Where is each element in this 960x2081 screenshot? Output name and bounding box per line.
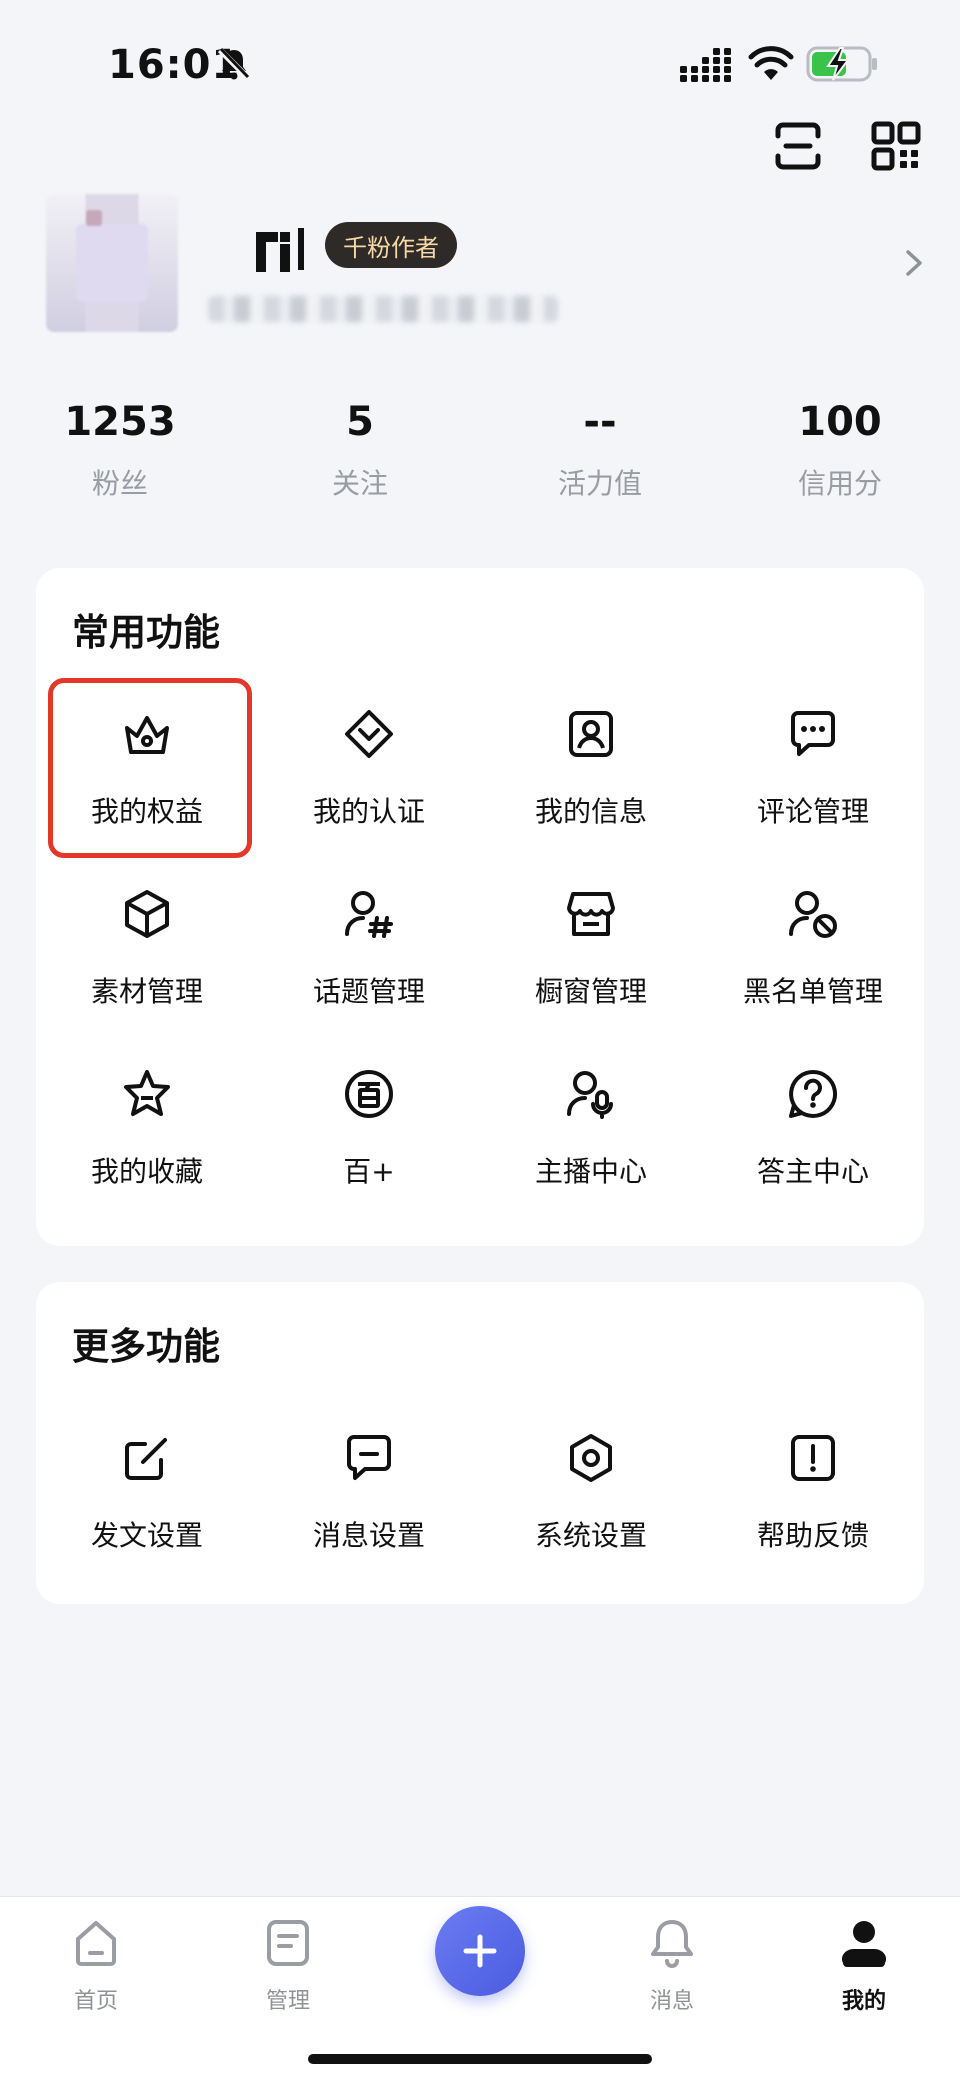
wifi-icon: [748, 46, 794, 80]
stat-label: 信用分: [797, 467, 882, 500]
grid-item-topic-management[interactable]: 话题管理: [258, 858, 480, 1028]
grid-item-blacklist-management[interactable]: 黑名单管理: [702, 858, 924, 1028]
stat-vitality[interactable]: -- 活力值: [510, 396, 690, 502]
stat-value: 100: [798, 399, 882, 445]
grid-item-label: 我的认证: [312, 795, 425, 828]
create-post-button[interactable]: [435, 1906, 525, 1996]
nav-item-mine[interactable]: 我的: [804, 1917, 924, 2015]
battery-charging-icon: [806, 46, 877, 82]
message-icon: [347, 1435, 391, 1480]
plus-icon: [463, 1934, 497, 1968]
grid-item-my-verification[interactable]: 我的认证: [258, 678, 480, 848]
verify-icon: [345, 710, 393, 758]
question-icon: [789, 1069, 838, 1118]
avatar[interactable]: [46, 194, 178, 332]
user-icon: [841, 1921, 887, 1967]
topic-icon: [345, 891, 393, 938]
stat-following[interactable]: 5 关注: [270, 396, 450, 502]
grid-item-label: 话题管理: [312, 975, 425, 1008]
username: [252, 226, 310, 274]
card-title: 常用功能: [72, 611, 220, 654]
grid-item-label: 系统设置: [534, 1519, 647, 1552]
profile-subtitle-blurred: [208, 296, 558, 322]
grid-item-label: 橱窗管理: [534, 975, 647, 1008]
grid-item-help-feedback[interactable]: 帮助反馈: [702, 1402, 924, 1572]
nav-item-manage[interactable]: 管理: [228, 1917, 348, 2015]
nav-item-messages[interactable]: 消息: [612, 1917, 732, 2015]
grid-item-post-settings[interactable]: 发文设置: [36, 1402, 258, 1572]
feedback-icon: [791, 1435, 835, 1481]
grid-item-label: 消息设置: [312, 1519, 425, 1552]
bell-icon: [651, 1920, 693, 1968]
bell-muted-icon: [217, 47, 251, 81]
grid-item-label: 评论管理: [756, 795, 869, 828]
shop-icon: [567, 892, 615, 936]
stat-label: 活力值: [557, 467, 642, 500]
edit-icon: [125, 1438, 167, 1480]
status-bar: 16:01: [0, 0, 960, 120]
more-functions-card: 更多功能 发文设置 消息设置 系统设置 帮助反馈: [36, 1282, 924, 1604]
scan-icon[interactable]: [772, 120, 824, 172]
stat-label: 关注: [331, 467, 388, 500]
grid-item-my-favorites[interactable]: 我的收藏: [36, 1038, 258, 1208]
grid-item-label: 百+: [343, 1155, 395, 1188]
grid-item-label: 黑名单管理: [742, 975, 883, 1008]
grid-item-label: 发文设置: [90, 1519, 203, 1552]
signal-icon: [680, 48, 731, 82]
grid-item-shopwindow-management[interactable]: 橱窗管理: [480, 858, 702, 1028]
nav-label: 我的: [841, 1989, 886, 2014]
grid-item-label: 答主中心: [756, 1155, 869, 1188]
stat-label: 粉丝: [91, 467, 148, 500]
document-icon: [267, 1920, 309, 1966]
nav-label: 首页: [73, 1989, 118, 2014]
grid-item-label: 主播中心: [534, 1155, 647, 1188]
avatar-detail: [86, 210, 102, 226]
nav-label: 消息: [649, 1989, 694, 2014]
nav-item-home[interactable]: 首页: [36, 1917, 156, 2015]
nav-label: 管理: [265, 1989, 310, 2014]
grid-item-label: 我的信息: [534, 795, 647, 828]
home-icon: [76, 1921, 116, 1966]
grid-item-answerer-center[interactable]: 答主中心: [702, 1038, 924, 1208]
grid-item-system-settings[interactable]: 系统设置: [480, 1402, 702, 1572]
stat-value: 1253: [64, 399, 176, 445]
box-icon: [125, 890, 169, 938]
stat-followers[interactable]: 1253 粉丝: [30, 396, 210, 502]
grid-item-material-management[interactable]: 素材管理: [36, 858, 258, 1028]
id-card-icon: [569, 711, 613, 757]
grid-item-message-settings[interactable]: 消息设置: [258, 1402, 480, 1572]
qr-code-icon[interactable]: [870, 120, 922, 172]
stat-value: --: [583, 399, 617, 445]
home-indicator: [308, 2054, 652, 2064]
author-badge: 千粉作者: [325, 222, 457, 268]
star-icon: [124, 1070, 170, 1116]
blocked-user-icon: [789, 891, 837, 938]
grid-item-label: 帮助反馈: [756, 1519, 869, 1552]
avatar-image: [76, 224, 148, 302]
chevron-right-icon[interactable]: [902, 248, 926, 278]
stat-value: 5: [346, 399, 374, 445]
stat-credit[interactable]: 100 信用分: [750, 396, 930, 502]
card-title: 更多功能: [72, 1325, 220, 1368]
grid-item-bai-plus[interactable]: 百+: [258, 1038, 480, 1208]
grid-item-host-center[interactable]: 主播中心: [480, 1038, 702, 1208]
bai-icon: [345, 1070, 393, 1118]
common-functions-card: 常用功能 我的权益 我的认证 我的信息 评论管理 素材管理 话题管理 橱窗管理 …: [36, 568, 924, 1246]
grid-item-comment-management[interactable]: 评论管理: [702, 678, 924, 848]
settings-icon: [570, 1434, 612, 1482]
highlight-frame: [48, 678, 252, 858]
host-mic-icon: [567, 1071, 613, 1119]
grid-item-my-info[interactable]: 我的信息: [480, 678, 702, 848]
comment-icon: [791, 711, 835, 756]
grid-item-label: 我的收藏: [90, 1155, 203, 1188]
grid-item-label: 素材管理: [90, 975, 203, 1008]
username-glyph: [256, 228, 304, 272]
